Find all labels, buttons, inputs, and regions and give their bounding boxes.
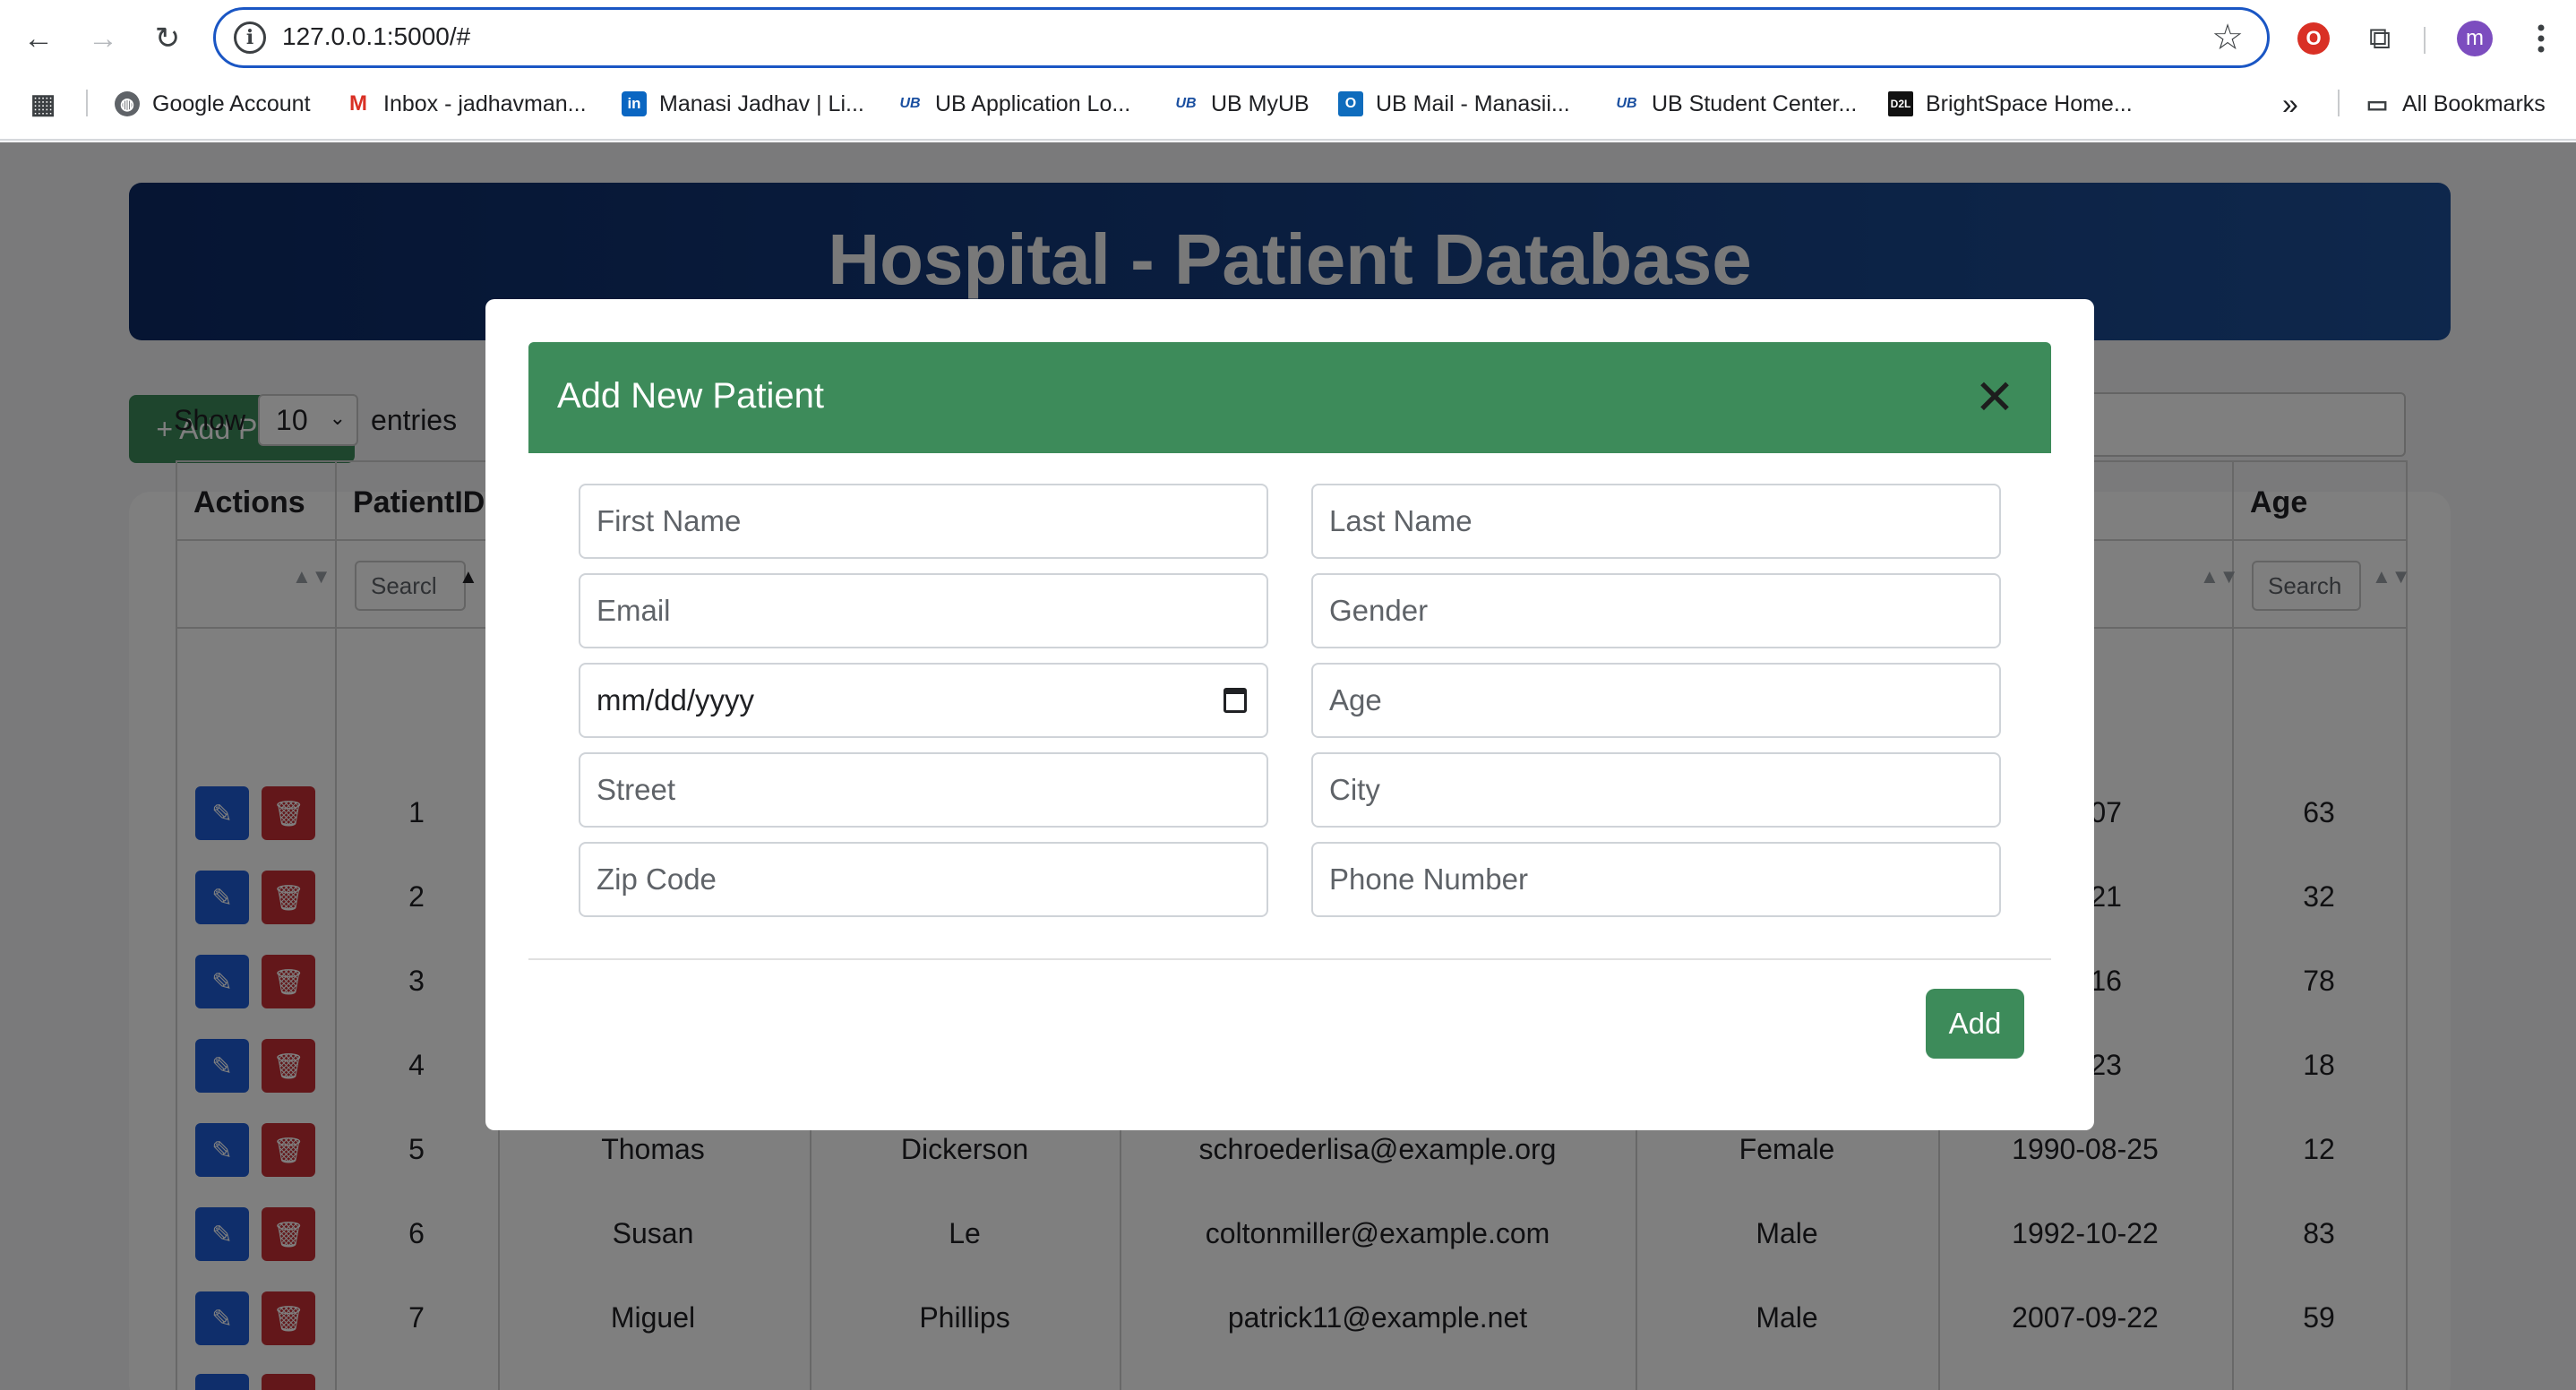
- modal-title: Add New Patient: [557, 376, 824, 416]
- bookmark-label: Inbox - jadhavman...: [383, 90, 587, 116]
- reload-button[interactable]: ↻: [145, 16, 190, 61]
- bookmarks-divider: [86, 90, 88, 116]
- last-name-input[interactable]: Last Name: [1311, 484, 2001, 559]
- phone-number-input[interactable]: Phone Number: [1311, 842, 2001, 917]
- apps-button[interactable]: ▦: [30, 86, 68, 122]
- bookmark-ub-application[interactable]: UB UB Application Lo...: [897, 86, 1130, 122]
- bookmark-label: BrightSpace Home...: [1926, 90, 2133, 116]
- close-icon: ✕: [1974, 370, 2015, 425]
- dob-placeholder: mm/dd/yyyy: [597, 683, 755, 716]
- browser-menu-button[interactable]: [2519, 16, 2563, 61]
- bookmark-label: UB Student Center...: [1652, 90, 1858, 116]
- ub-logo-icon: UB: [899, 96, 921, 111]
- apps-grid-icon: ▦: [30, 89, 56, 119]
- opera-icon: O: [2297, 22, 2330, 55]
- linkedin-icon: in: [622, 91, 647, 116]
- calendar-icon[interactable]: [1224, 688, 1247, 713]
- address-url[interactable]: 127.0.0.1:5000/#: [282, 22, 470, 51]
- close-button[interactable]: ✕: [1963, 365, 2026, 428]
- forward-button[interactable]: →: [81, 16, 125, 61]
- first-name-input[interactable]: First Name: [579, 484, 1268, 559]
- bookmark-ub-myub[interactable]: UB UB MyUB: [1173, 86, 1309, 122]
- ub-logo-icon: UB: [1175, 96, 1197, 111]
- modal-header: Add New Patient ✕: [528, 342, 2051, 453]
- bookmark-brightspace[interactable]: D2L BrightSpace Home...: [1888, 86, 2133, 122]
- opera-extension-button[interactable]: O: [2291, 16, 2336, 61]
- bookmark-label: UB Application Lo...: [935, 90, 1131, 116]
- forward-arrow-icon: →: [88, 21, 118, 56]
- add-submit-button[interactable]: Add: [1926, 989, 2024, 1059]
- add-patient-modal: Add New Patient ✕ First Name Last Name E…: [485, 299, 2094, 1130]
- city-input[interactable]: City: [1311, 752, 2001, 828]
- reload-icon: ↻: [154, 21, 181, 56]
- toolbar-divider: [2424, 27, 2426, 54]
- zip-code-input[interactable]: Zip Code: [579, 842, 1268, 917]
- extensions-button[interactable]: ⧉: [2357, 16, 2402, 61]
- kebab-menu-icon: [2537, 24, 2545, 53]
- modal-footer-divider: [528, 958, 2051, 960]
- bookmark-ub-student-center[interactable]: UB UB Student Center...: [1614, 86, 1857, 122]
- bookmark-label: UB Mail - Manasii...: [1376, 90, 1570, 116]
- bookmark-star-icon[interactable]: ☆: [2211, 17, 2244, 58]
- bookmark-label: Google Account: [152, 90, 311, 116]
- profile-avatar: m: [2457, 21, 2493, 56]
- gender-input[interactable]: Gender: [1311, 573, 2001, 648]
- puzzle-icon: ⧉: [2368, 21, 2391, 56]
- site-info-icon[interactable]: i: [234, 21, 266, 54]
- bookmark-linkedin[interactable]: in Manasi Jadhav | Li...: [622, 86, 864, 122]
- bookmark-label: Manasi Jadhav | Li...: [659, 90, 864, 116]
- address-bar[interactable]: i 127.0.0.1:5000/# ☆: [213, 7, 2270, 68]
- all-bookmarks-button[interactable]: ▭ All Bookmarks: [2365, 86, 2546, 122]
- browser-chrome: ← → ↻ i 127.0.0.1:5000/# ☆ O ⧉ m ▦ ◍ Goog…: [0, 0, 2576, 141]
- globe-icon: ◍: [115, 91, 140, 116]
- folder-icon: ▭: [2366, 90, 2389, 117]
- bookmarks-bar: ▦ ◍ Google Account M Inbox - jadhavman... …: [0, 79, 2576, 127]
- back-arrow-icon: ←: [23, 21, 54, 56]
- d2l-icon: D2L: [1888, 91, 1913, 116]
- bookmark-google-account[interactable]: ◍ Google Account: [115, 86, 311, 122]
- bookmark-label: UB MyUB: [1211, 90, 1309, 116]
- more-bookmarks-button[interactable]: »: [2282, 86, 2298, 122]
- all-bookmarks-label: All Bookmarks: [2402, 90, 2546, 116]
- ub-logo-icon: UB: [1616, 96, 1637, 111]
- age-input[interactable]: Age: [1311, 663, 2001, 738]
- back-button[interactable]: ←: [16, 16, 61, 61]
- outlook-icon: O: [1338, 91, 1363, 116]
- email-input[interactable]: Email: [579, 573, 1268, 648]
- bookmark-ub-mail[interactable]: O UB Mail - Manasii...: [1338, 86, 1570, 122]
- bookmarks-divider: [2338, 90, 2340, 116]
- dob-date-input[interactable]: mm/dd/yyyy: [579, 663, 1268, 738]
- street-input[interactable]: Street: [579, 752, 1268, 828]
- double-chevron-icon: »: [2282, 87, 2298, 120]
- profile-button[interactable]: m: [2452, 16, 2497, 61]
- bookmark-inbox[interactable]: M Inbox - jadhavman...: [346, 86, 587, 122]
- gmail-icon: M: [349, 91, 367, 116]
